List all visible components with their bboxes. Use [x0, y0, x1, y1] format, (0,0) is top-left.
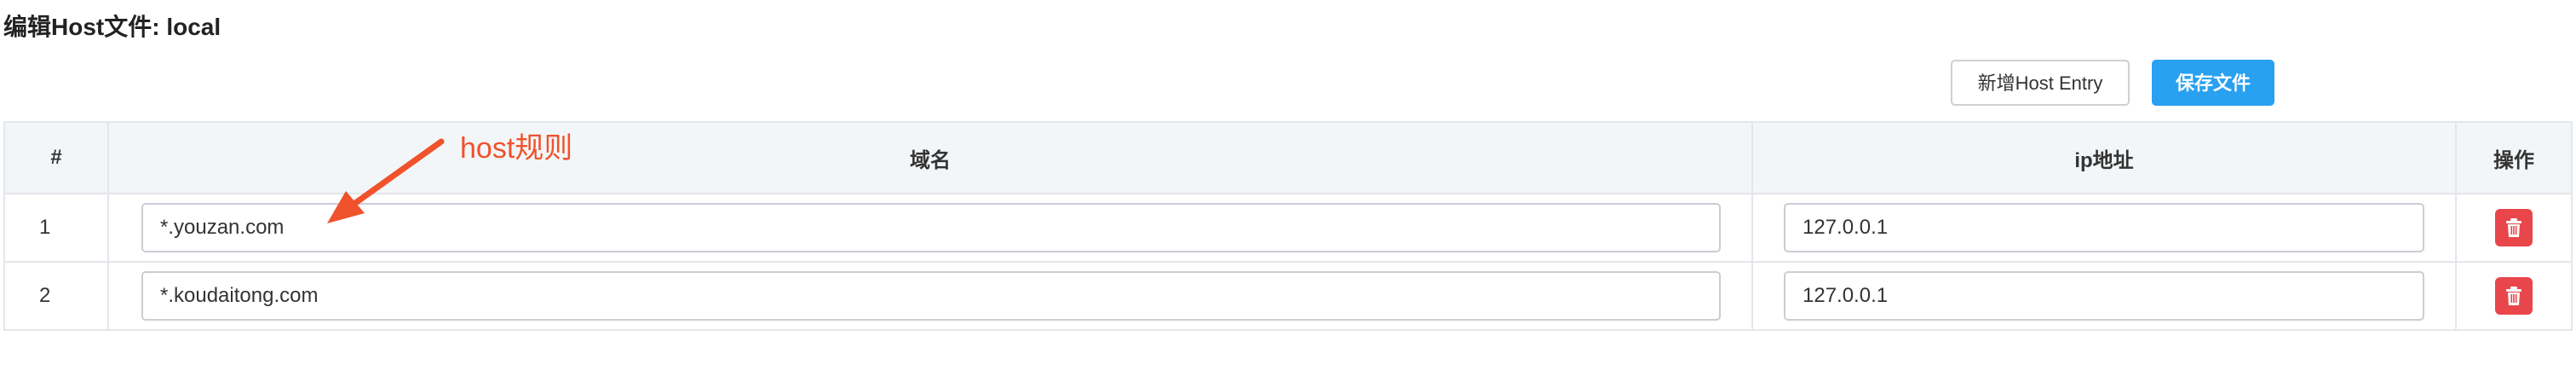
delete-button[interactable] [2495, 209, 2533, 246]
add-host-entry-button[interactable]: 新增Host Entry [1951, 60, 2130, 106]
column-header-index: # [3, 121, 109, 194]
table-row: 2 [3, 261, 2573, 331]
page-title: 编辑Host文件: local [3, 14, 221, 40]
toolbar: 新增Host Entry 保存文件 [0, 60, 2576, 107]
delete-button[interactable] [2495, 277, 2533, 315]
domain-cell [107, 261, 1753, 331]
ip-input[interactable] [1784, 271, 2424, 321]
column-header-ip: ip地址 [1751, 121, 2457, 194]
ip-input[interactable] [1784, 203, 2424, 252]
trash-icon [2506, 218, 2521, 237]
row-index: 1 [3, 193, 109, 263]
annotation-label: host规则 [460, 132, 573, 165]
actions-cell [2455, 193, 2573, 263]
domain-input[interactable] [141, 271, 1721, 321]
ip-cell [1751, 193, 2457, 263]
trash-icon [2506, 287, 2521, 305]
save-file-button[interactable]: 保存文件 [2152, 60, 2274, 106]
annotation-arrow-icon [327, 138, 445, 223]
row-index: 2 [3, 261, 109, 331]
ip-cell [1751, 261, 2457, 331]
actions-cell [2455, 261, 2573, 331]
column-header-actions: 操作 [2455, 121, 2573, 194]
